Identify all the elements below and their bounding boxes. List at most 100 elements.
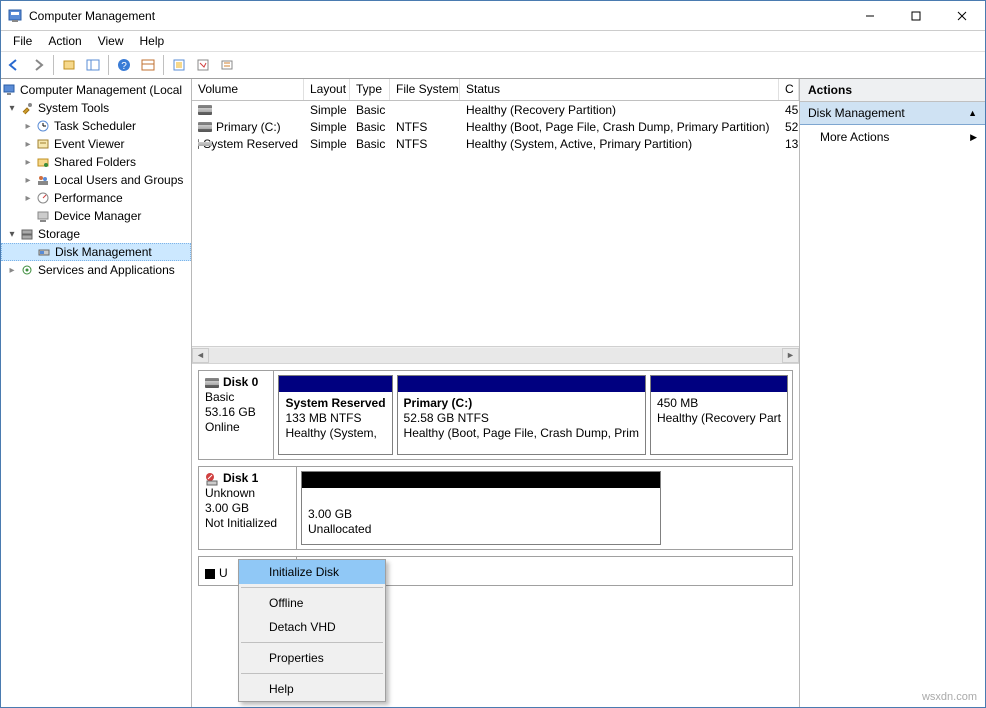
scroll-left-icon[interactable]: ◄: [192, 348, 209, 363]
toolbar-refresh-icon[interactable]: [168, 54, 190, 76]
partition-color-bar: [279, 376, 391, 392]
menu-help[interactable]: Help: [132, 32, 173, 50]
volume-row[interactable]: Simple Basic Healthy (Recovery Partition…: [192, 101, 799, 118]
toolbar-settings-icon[interactable]: [216, 54, 238, 76]
toolbar-showhide-icon[interactable]: [82, 54, 104, 76]
chevron-right-icon[interactable]: ▸: [21, 121, 35, 132]
titlebar: Computer Management: [1, 1, 985, 31]
disk0-name: Disk 0: [223, 375, 258, 390]
chevron-right-icon[interactable]: ▸: [21, 157, 35, 168]
volume-list-header: Volume Layout Type File System Status C: [192, 79, 799, 101]
toolbar-list-icon[interactable]: [192, 54, 214, 76]
ctx-offline[interactable]: Offline: [239, 591, 385, 615]
tree-label: Disk Management: [55, 245, 152, 259]
col-volume[interactable]: Volume: [192, 79, 304, 100]
chevron-down-icon[interactable]: ▾: [5, 103, 19, 114]
tree-label: Local Users and Groups: [54, 173, 183, 187]
services-icon: [19, 262, 35, 278]
chevron-right-icon[interactable]: ▸: [5, 265, 19, 276]
tree-label: Device Manager: [54, 209, 141, 223]
disk-warning-icon: [205, 472, 219, 486]
legend-swatch: [205, 569, 215, 579]
volume-list-scrollbar[interactable]: ◄ ►: [192, 346, 799, 363]
volume-row[interactable]: System Reserved Simple Basic NTFS Health…: [192, 135, 799, 152]
toolbar-forward-icon[interactable]: [27, 54, 49, 76]
tree-label: Shared Folders: [54, 155, 136, 169]
actions-section[interactable]: Disk Management ▲: [800, 102, 985, 125]
col-fs[interactable]: File System: [390, 79, 460, 100]
actions-section-label: Disk Management: [808, 106, 905, 120]
tree-task-scheduler[interactable]: ▸ Task Scheduler: [1, 117, 191, 135]
disk0-state: Online: [205, 420, 267, 435]
toolbar: ?: [1, 51, 985, 79]
volume-list: Volume Layout Type File System Status C …: [192, 79, 799, 364]
col-layout[interactable]: Layout: [304, 79, 350, 100]
tree-root[interactable]: Computer Management (Local: [1, 81, 191, 99]
disk-mgmt-icon: [36, 244, 52, 260]
tree-label: Performance: [54, 191, 123, 205]
ctx-properties[interactable]: Properties: [239, 646, 385, 670]
main-area: Computer Management (Local ▾ System Tool…: [1, 79, 985, 707]
volume-list-body: Simple Basic Healthy (Recovery Partition…: [192, 101, 799, 346]
menu-file[interactable]: File: [5, 32, 40, 50]
actions-more[interactable]: More Actions ▶: [800, 125, 985, 149]
gauge-icon: [35, 190, 51, 206]
chevron-right-icon[interactable]: ▸: [21, 139, 35, 150]
window-title: Computer Management: [29, 9, 847, 23]
col-type[interactable]: Type: [350, 79, 390, 100]
volume-row[interactable]: Primary (C:) Simple Basic NTFS Healthy (…: [192, 118, 799, 135]
tree-performance[interactable]: ▸ Performance: [1, 189, 191, 207]
col-cap[interactable]: C: [779, 79, 799, 100]
tree-event-viewer[interactable]: ▸ Event Viewer: [1, 135, 191, 153]
collapse-icon[interactable]: ▲: [968, 108, 977, 118]
maximize-button[interactable]: [893, 1, 939, 31]
scroll-track[interactable]: [209, 348, 782, 363]
tree-local-users[interactable]: ▸ Local Users and Groups: [1, 171, 191, 189]
toolbar-view-icon[interactable]: [137, 54, 159, 76]
tree-pane: Computer Management (Local ▾ System Tool…: [1, 79, 192, 707]
toolbar-back-icon[interactable]: [3, 54, 25, 76]
disk1-info[interactable]: Disk 1 Unknown 3.00 GB Not Initialized: [199, 467, 297, 549]
cell-status: Healthy (Recovery Partition): [460, 102, 779, 118]
ctx-help[interactable]: Help: [239, 677, 385, 701]
tree-services[interactable]: ▸ Services and Applications: [1, 261, 191, 279]
cell-status: Healthy (Boot, Page File, Crash Dump, Pr…: [460, 119, 779, 135]
tree-device-manager[interactable]: Device Manager: [1, 207, 191, 225]
disk0-part-recovery[interactable]: 450 MB Healthy (Recovery Part: [650, 375, 788, 455]
disk0-type: Basic: [205, 390, 267, 405]
tree-system-tools[interactable]: ▾ System Tools: [1, 99, 191, 117]
disk1-part-unallocated[interactable]: 3.00 GB Unallocated: [301, 471, 661, 545]
toolbar-separator: [163, 55, 164, 75]
close-button[interactable]: [939, 1, 985, 31]
tree-storage[interactable]: ▾ Storage: [1, 225, 191, 243]
toolbar-separator: [108, 55, 109, 75]
menu-action[interactable]: Action: [40, 32, 89, 50]
disk0-part-system-reserved[interactable]: System Reserved 133 MB NTFS Healthy (Sys…: [278, 375, 392, 455]
ctx-detach-vhd[interactable]: Detach VHD: [239, 615, 385, 639]
menubar: File Action View Help: [1, 31, 985, 51]
chevron-right-icon[interactable]: ▸: [21, 175, 35, 186]
disk1-type: Unknown: [205, 486, 290, 501]
col-status[interactable]: Status: [460, 79, 779, 100]
disk0-info[interactable]: Disk 0 Basic 53.16 GB Online: [199, 371, 274, 459]
chevron-right-icon[interactable]: ▸: [21, 193, 35, 204]
chevron-down-icon[interactable]: ▾: [5, 229, 19, 240]
tree-shared-folders[interactable]: ▸ Shared Folders: [1, 153, 191, 171]
cell-vol: Primary (C:): [216, 120, 281, 134]
window-root: Computer Management File Action View Hel…: [0, 0, 986, 708]
actions-header: Actions: [800, 79, 985, 102]
menu-view[interactable]: View: [90, 32, 132, 50]
ctx-initialize-disk[interactable]: Initialize Disk: [239, 560, 385, 584]
toolbar-help-icon[interactable]: ?: [113, 54, 135, 76]
partition-color-bar: [302, 472, 660, 488]
cell-type: Basic: [350, 102, 390, 118]
disk0-row: Disk 0 Basic 53.16 GB Online System Rese…: [198, 370, 793, 460]
cell-cap: 52: [779, 119, 799, 135]
tree-disk-management[interactable]: Disk Management: [1, 243, 191, 261]
toolbar-up-icon[interactable]: [58, 54, 80, 76]
disk0-part-primary-c[interactable]: Primary (C:) 52.58 GB NTFS Healthy (Boot…: [397, 375, 646, 455]
scroll-right-icon[interactable]: ►: [782, 348, 799, 363]
part-size: 450 MB: [657, 396, 781, 411]
minimize-button[interactable]: [847, 1, 893, 31]
part-name: System Reserved: [285, 396, 385, 411]
